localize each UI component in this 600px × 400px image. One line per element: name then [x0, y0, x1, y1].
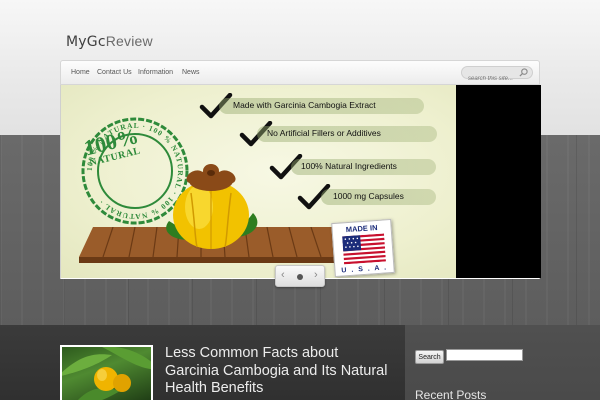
- badge-bottom-text: U . S . A .: [341, 264, 388, 275]
- search-icon[interactable]: [519, 68, 528, 77]
- featured-slider: Made with Garcinia Cambogia Extract No A…: [60, 85, 541, 279]
- claim-text: 1000 mg Capsules: [333, 191, 404, 201]
- logo-suffix: Review: [105, 33, 153, 49]
- nav-contact-us[interactable]: Contact Us: [97, 69, 132, 76]
- post-thumbnail[interactable]: [60, 345, 153, 400]
- slide-indicator-dot[interactable]: [297, 274, 303, 280]
- claim-text: No Artificial Fillers or Additives: [267, 128, 381, 138]
- nav-news[interactable]: News: [182, 69, 200, 76]
- slide-side-panel: [456, 85, 541, 278]
- prev-slide-button[interactable]: ‹: [281, 269, 285, 281]
- garcinia-fruit-image: [166, 164, 258, 249]
- site-search: [461, 66, 533, 85]
- sidebar-search-input[interactable]: [446, 349, 523, 361]
- site-logo[interactable]: MyGcReview: [66, 33, 153, 50]
- recent-posts-heading: Recent Posts: [415, 388, 487, 400]
- post-title-link[interactable]: Less Common Facts about Garcinia Cambogi…: [165, 345, 395, 398]
- next-slide-button[interactable]: ›: [314, 269, 318, 281]
- us-flag-icon: [342, 233, 386, 265]
- claim-text: Made with Garcinia Cambogia Extract: [233, 100, 376, 110]
- nav-information[interactable]: Information: [138, 69, 173, 76]
- sidebar-search-button[interactable]: Search: [415, 350, 444, 364]
- claim-text: 100% Natural Ingredients: [301, 161, 397, 171]
- made-in-usa-badge: MADE IN U . S . A .: [331, 218, 395, 278]
- site-search-input[interactable]: [462, 73, 520, 85]
- main-navigation: Home Contact Us Information News: [60, 60, 540, 85]
- garcinia-tree-image: [62, 347, 151, 400]
- slide-image[interactable]: Made with Garcinia Cambogia Extract No A…: [61, 85, 456, 278]
- logo-prefix: MyGc: [66, 34, 106, 50]
- slider-controls: ‹ ›: [275, 265, 325, 287]
- nav-home[interactable]: Home: [71, 69, 90, 76]
